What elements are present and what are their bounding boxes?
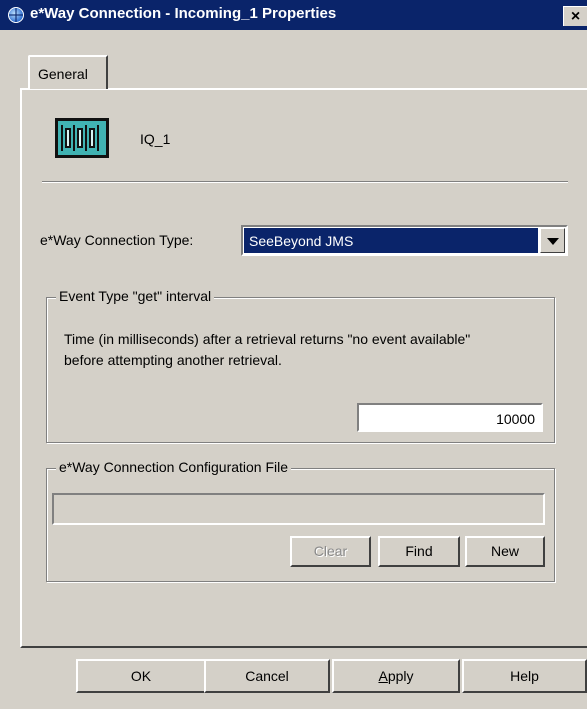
window-title: e*Way Connection - Incoming_1 Properties (30, 5, 337, 22)
general-tab-panel (20, 88, 587, 648)
apply-button-label: A (378, 668, 388, 684)
tab-general-label: General (38, 66, 88, 82)
ok-button[interactable]: OK (76, 659, 206, 693)
apply-button[interactable]: Apply (332, 659, 460, 693)
help-button[interactable]: Help (462, 659, 587, 693)
apply-button-label-rest: pply (387, 668, 414, 684)
cancel-button[interactable]: Cancel (204, 659, 330, 693)
close-button[interactable]: × (563, 6, 587, 26)
globe-icon[interactable] (8, 7, 24, 23)
title-bar[interactable]: e*Way Connection - Incoming_1 Properties… (0, 0, 587, 30)
tab-general[interactable]: General (28, 55, 108, 89)
